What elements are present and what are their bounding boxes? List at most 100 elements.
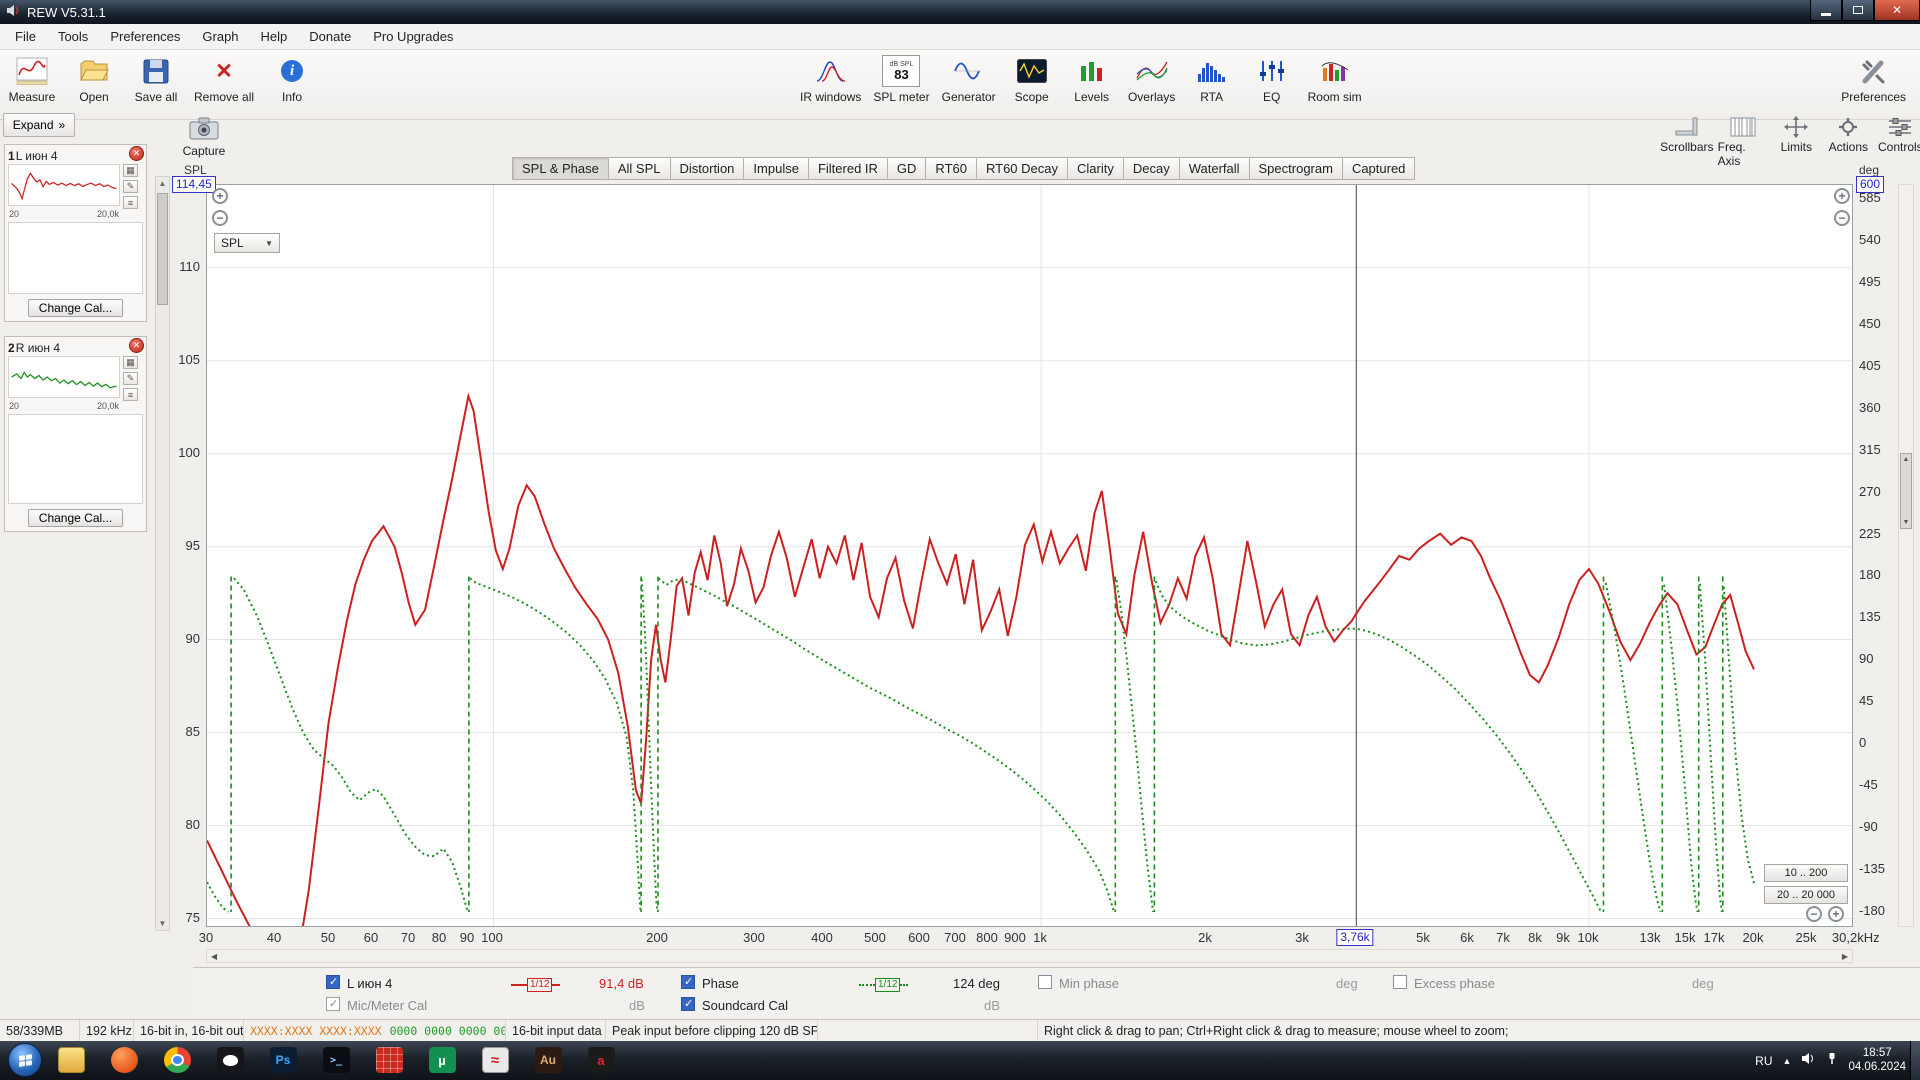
spl-smoothing-chip[interactable]: 1/12 (511, 978, 560, 992)
measurement-edit-button[interactable]: ✎ (123, 372, 138, 385)
controls-button[interactable]: Controls (1877, 114, 1920, 168)
eq-button[interactable]: EQ (1248, 53, 1296, 104)
tab-spectrogram[interactable]: Spectrogram (1249, 157, 1342, 180)
power-plug-icon[interactable] (1826, 1052, 1838, 1070)
measurement-notes-box[interactable] (8, 222, 143, 294)
vscroll-thumb[interactable]: ▲▼ (1900, 453, 1912, 529)
range-20-20000-button[interactable]: 20 .. 20 000 (1764, 886, 1848, 904)
zoom-in-right-icon[interactable]: + (1834, 188, 1850, 204)
limits-button[interactable]: Limits (1773, 114, 1819, 168)
start-button[interactable] (8, 1043, 42, 1077)
scroll-up-icon[interactable]: ▲ (156, 177, 169, 190)
scope-button[interactable]: Scope (1008, 53, 1056, 104)
open-button[interactable]: Open (70, 53, 118, 104)
language-indicator[interactable]: RU (1755, 1054, 1772, 1068)
freq-axis-button[interactable]: Freq. Axis (1718, 114, 1768, 168)
taskbar-icon-audition[interactable]: Au (529, 1043, 567, 1077)
volume-icon[interactable] (1801, 1052, 1816, 1070)
actions-button[interactable]: Actions (1825, 114, 1871, 168)
tab-filtered-ir[interactable]: Filtered IR (808, 157, 887, 180)
zoom-out-left-icon[interactable]: − (212, 210, 228, 226)
taskbar-icon-chrome[interactable] (158, 1043, 196, 1077)
generator-button[interactable]: Generator (942, 53, 996, 104)
spl-phase-chart[interactable] (206, 184, 1853, 927)
measure-button[interactable]: Measure (8, 53, 56, 104)
preferences-button[interactable]: Preferences (1841, 53, 1906, 104)
tab-clarity[interactable]: Clarity (1067, 157, 1123, 180)
taskbar-icon-explorer[interactable] (52, 1043, 90, 1077)
tab-distortion[interactable]: Distortion (670, 157, 744, 180)
scrollbars-button[interactable]: Scrollbars (1662, 114, 1712, 168)
zoom-out-right-icon[interactable]: − (1834, 210, 1850, 226)
phase-checkbox[interactable] (681, 975, 695, 989)
measurement-graph-button[interactable]: ▦ (123, 356, 138, 369)
minimize-button[interactable] (1810, 0, 1842, 21)
taskbar-icon-orange[interactable] (105, 1043, 143, 1077)
measurement-edit-button[interactable]: ✎ (123, 180, 138, 193)
scroll-right-icon[interactable]: ▶ (1838, 950, 1852, 962)
graph-mode-select[interactable]: SPL ▼ (214, 233, 280, 253)
tab-decay[interactable]: Decay (1123, 157, 1179, 180)
ir-windows-button[interactable]: IR windows (800, 53, 861, 104)
measurement-panel-2[interactable]: 2R июн 4✕▦✎≡2020,0kChange Cal... (4, 336, 147, 532)
show-desktop-button[interactable] (1910, 1041, 1920, 1080)
menu-tools[interactable]: Tools (47, 26, 99, 47)
tab-spl-phase[interactable]: SPL & Phase (512, 157, 608, 180)
rta-button[interactable]: RTA (1188, 53, 1236, 104)
tab-all-spl[interactable]: All SPL (608, 157, 670, 180)
menu-donate[interactable]: Donate (298, 26, 362, 47)
min-phase-checkbox[interactable] (1038, 975, 1052, 989)
change-cal-button[interactable]: Change Cal... (28, 299, 123, 317)
close-button[interactable]: ✕ (1874, 0, 1920, 21)
menu-help[interactable]: Help (250, 26, 299, 47)
overlays-button[interactable]: Overlays (1128, 53, 1176, 104)
taskbar-clock[interactable]: 18:57 04.06.2024 (1848, 1047, 1906, 1075)
measurement-notes-box[interactable] (8, 414, 143, 504)
tab-captured[interactable]: Captured (1342, 157, 1415, 180)
save-all-button[interactable]: Save all (132, 53, 180, 104)
maximize-button[interactable] (1842, 0, 1874, 21)
spl-meter-button[interactable]: dB SPL83 SPL meter (873, 53, 929, 104)
measurement-notes-button[interactable]: ≡ (123, 388, 138, 401)
levels-button[interactable]: Levels (1068, 53, 1116, 104)
range-10-200-button[interactable]: 10 .. 200 (1764, 864, 1848, 882)
measurement-panel-1[interactable]: 1L июн 4✕▦✎≡2020,0kChange Cal... (4, 144, 147, 322)
vertical-scrollbar[interactable]: ▲▼ (1898, 184, 1914, 927)
taskbar-icon-amd[interactable]: a (582, 1043, 620, 1077)
measurement-graph-button[interactable]: ▦ (123, 164, 138, 177)
capture-button[interactable]: Capture (176, 116, 232, 158)
tab-rt60-decay[interactable]: RT60 Decay (976, 157, 1067, 180)
taskbar-icon-terminal[interactable]: >_ (317, 1043, 355, 1077)
measurement-thumbnail[interactable] (8, 356, 120, 398)
remove-all-button[interactable]: ✕ Remove all (194, 53, 254, 104)
menu-preferences[interactable]: Preferences (99, 26, 191, 47)
hidden-icons-icon[interactable]: ▲ (1783, 1056, 1792, 1066)
taskbar-icon-cat[interactable] (211, 1043, 249, 1077)
taskbar-icon-grid[interactable] (370, 1043, 408, 1077)
zoom-in-left-icon[interactable]: + (212, 188, 228, 204)
menu-pro-upgrades[interactable]: Pro Upgrades (362, 26, 464, 47)
measurement-notes-button[interactable]: ≡ (123, 196, 138, 209)
zoom-in-x-icon[interactable]: + (1828, 906, 1844, 922)
soundcard-cal-checkbox[interactable] (681, 997, 695, 1011)
horizontal-scrollbar[interactable]: ◀ ▶ (206, 949, 1853, 963)
tab-gd[interactable]: GD (887, 157, 926, 180)
scroll-left-icon[interactable]: ◀ (207, 950, 221, 962)
phase-smoothing-chip[interactable]: 1/12 (859, 978, 908, 992)
expand-button[interactable]: Expand » (3, 113, 75, 137)
tab-waterfall[interactable]: Waterfall (1179, 157, 1249, 180)
measurement-close-button[interactable]: ✕ (129, 146, 144, 161)
mic-cal-checkbox[interactable] (326, 997, 340, 1011)
change-cal-button[interactable]: Change Cal... (28, 509, 123, 527)
scrollbar-thumb[interactable] (157, 193, 168, 305)
tab-rt60[interactable]: RT60 (925, 157, 976, 180)
trace-checkbox[interactable] (326, 975, 340, 989)
zoom-out-x-icon[interactable]: − (1806, 906, 1822, 922)
info-button[interactable]: i Info (268, 53, 316, 104)
room-sim-button[interactable]: Room sim (1308, 53, 1362, 104)
taskbar-icon-photoshop[interactable]: Ps (264, 1043, 302, 1077)
taskbar-icon-utorrent[interactable]: µ (423, 1043, 461, 1077)
measurement-close-button[interactable]: ✕ (129, 338, 144, 353)
taskbar-icon-rew[interactable]: ≈ (476, 1043, 514, 1077)
tab-impulse[interactable]: Impulse (743, 157, 808, 180)
